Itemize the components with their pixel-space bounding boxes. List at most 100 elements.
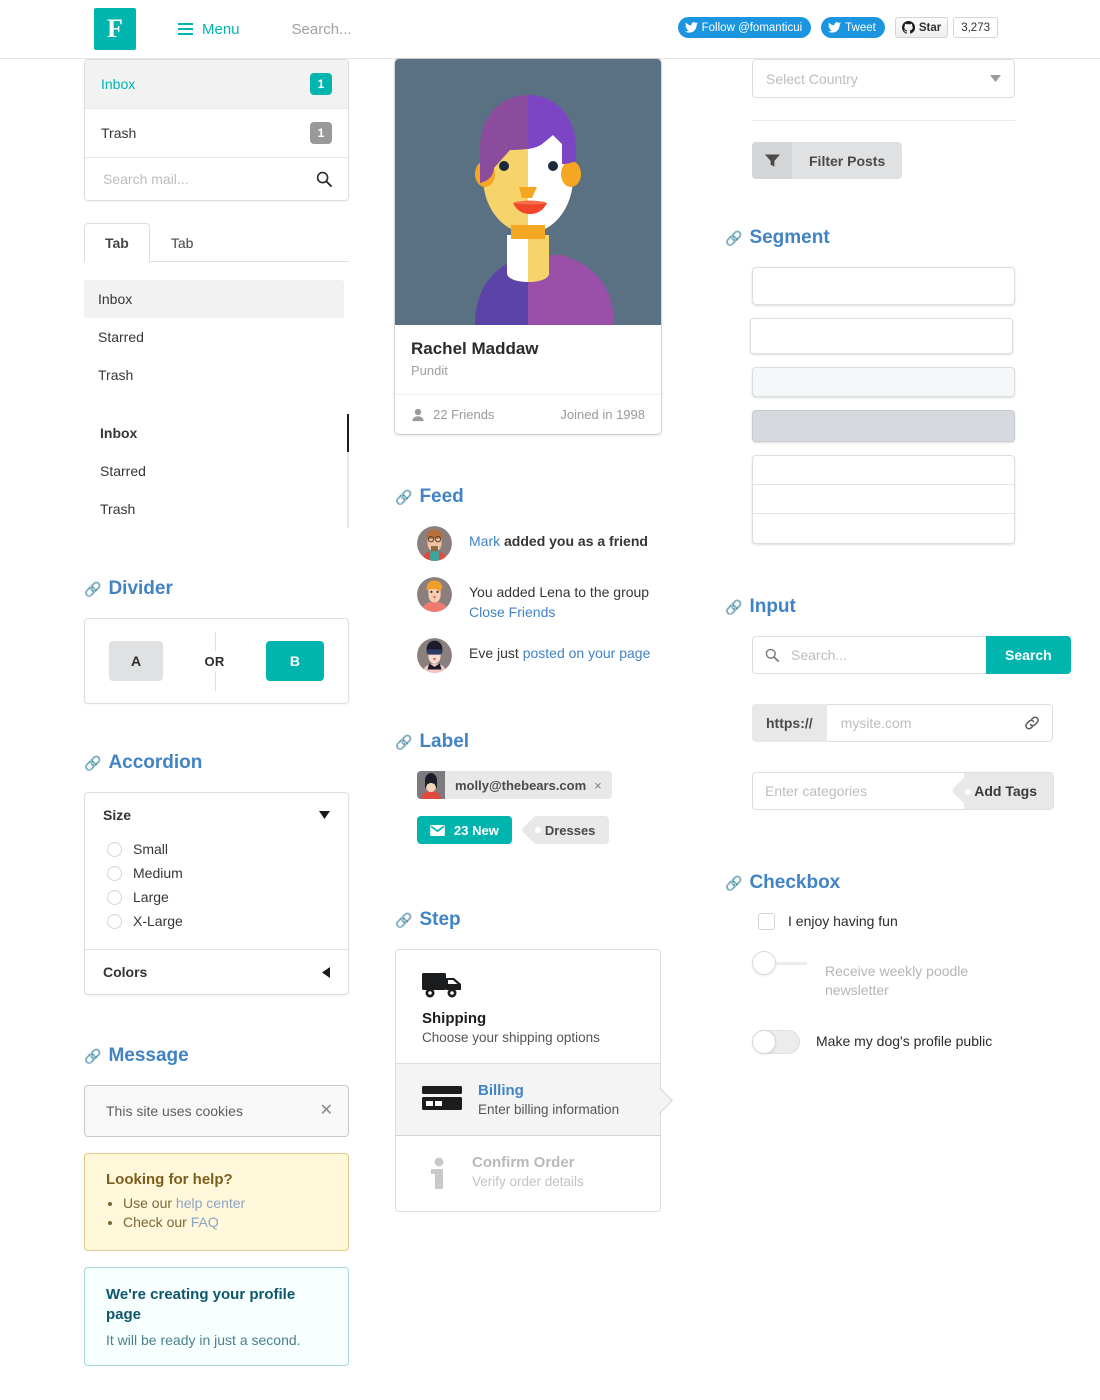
slider-knob[interactable] (752, 951, 776, 976)
mail-menu-item-trash[interactable]: Trash 1 (85, 108, 348, 157)
country-dropdown[interactable]: Select Country (752, 59, 1015, 98)
label-heading: 🔗 Label (395, 731, 685, 753)
social-buttons: Follow @fomanticui Tweet Star 3,273 (677, 17, 998, 38)
railed-menu-item-starred[interactable]: Starred (84, 452, 347, 490)
chevron-down-icon[interactable] (319, 811, 330, 819)
plain-menu-item-trash[interactable]: Trash (84, 356, 344, 394)
checkbox-icon[interactable] (758, 913, 775, 930)
plain-menu-item-inbox[interactable]: Inbox (84, 280, 344, 318)
radio-icon[interactable] (107, 865, 122, 881)
add-tags-button[interactable]: Add Tags (964, 773, 1053, 809)
dropdown-section: Select Country Filter Posts (752, 59, 1065, 179)
step-shipping-text: Shipping Choose your shipping options (422, 1010, 642, 1045)
toggle-knob[interactable] (752, 1029, 776, 1054)
url-input-text[interactable] (838, 714, 1024, 732)
mail-menu: Inbox 1 Trash 1 (84, 59, 349, 201)
feed-user-link[interactable]: Mark (469, 533, 500, 549)
trash-badge: 1 (310, 122, 332, 144)
checkbox-section: 🔗 Checkbox I enjoy having fun Receive we… (725, 872, 1065, 1054)
mail-search-input[interactable] (101, 170, 301, 188)
railed-menu-item-inbox[interactable]: Inbox (84, 414, 347, 452)
help-center-link[interactable]: help center (176, 1195, 245, 1211)
close-icon[interactable]: × (594, 778, 612, 793)
step-shipping[interactable]: Shipping Choose your shipping options (396, 950, 660, 1065)
slider-newsletter[interactable]: Receive weekly poodle newsletter (752, 951, 1065, 1000)
feed-group-link[interactable]: Close Friends (469, 604, 555, 620)
tab-2[interactable]: Tab (150, 223, 215, 262)
close-icon[interactable]: ✕ (320, 1100, 333, 1120)
dresses-tag[interactable]: Dresses (534, 816, 610, 845)
toggle-profile-public[interactable]: Make my dog's profile public (752, 1029, 1065, 1054)
radio-label: X-Large (133, 913, 183, 929)
list-item: Use our help center (123, 1195, 327, 1211)
accordion-panel-colors-header[interactable]: Colors (85, 950, 348, 994)
site-logo[interactable]: F (94, 8, 136, 50)
tag-dot-icon (534, 827, 541, 834)
faq-link[interactable]: FAQ (191, 1214, 219, 1230)
anchor-link-icon[interactable]: 🔗 (84, 581, 101, 598)
header-search-placeholder[interactable]: Search... (292, 21, 352, 38)
step-billing[interactable]: Billing Enter billing information (396, 1064, 660, 1137)
button-b[interactable]: B (265, 641, 324, 681)
anchor-link-icon[interactable]: 🔗 (395, 912, 412, 929)
radio-icon[interactable] (107, 841, 122, 857)
mail-menu-item-inbox[interactable]: Inbox 1 (85, 60, 348, 108)
radio-option-medium[interactable]: Medium (103, 861, 330, 885)
radio-option-large[interactable]: Large (103, 885, 330, 909)
slider-label: Receive weekly poodle newsletter (825, 962, 969, 998)
plain-menu-item-starred[interactable]: Starred (84, 318, 344, 356)
radio-icon[interactable] (107, 889, 122, 905)
railed-menu-item-trash[interactable]: Trash (84, 490, 347, 528)
user-icon (412, 408, 424, 421)
anchor-link-icon[interactable]: 🔗 (395, 489, 412, 506)
toggle-switch[interactable] (752, 1029, 800, 1054)
anchor-link-icon[interactable]: 🔗 (725, 875, 742, 892)
chevron-left-icon[interactable] (322, 966, 330, 978)
filter-posts-button[interactable]: Filter Posts (752, 142, 903, 179)
twitter-follow-button[interactable]: Follow @fomanticui (677, 17, 812, 38)
tags-input-text[interactable] (753, 773, 965, 809)
feed-post-link[interactable]: posted on your page (523, 645, 651, 661)
link-icon[interactable] (1024, 715, 1040, 731)
search-icon[interactable] (316, 171, 332, 187)
radio-option-small[interactable]: Small (103, 837, 330, 861)
feed-text: Eve just posted on your page (469, 638, 650, 664)
radio-icon[interactable] (107, 913, 122, 929)
anchor-link-icon[interactable]: 🔗 (84, 755, 101, 772)
step-confirm-order[interactable]: Confirm Order Verify order details (396, 1136, 660, 1211)
button-a[interactable]: A (109, 641, 164, 681)
anchor-link-icon[interactable]: 🔗 (725, 599, 742, 616)
twitter-tweet-button[interactable]: Tweet (821, 17, 885, 38)
accordion-panel-size-header[interactable]: Size (85, 793, 348, 837)
radio-option-xlarge[interactable]: X-Large (103, 909, 330, 933)
github-star-count[interactable]: 3,273 (953, 17, 998, 38)
divider-heading-text: Divider (108, 578, 173, 599)
search-button[interactable]: Search (986, 636, 1071, 674)
checkbox-enjoy-fun[interactable]: I enjoy having fun (758, 912, 1065, 931)
feed-text: Mark added you as a friend (469, 526, 648, 552)
anchor-link-icon[interactable]: 🔗 (395, 734, 412, 751)
help-message-title: Looking for help? (106, 1171, 233, 1188)
feed-bold-text: added you as a friend (500, 533, 648, 549)
github-star-button[interactable]: Star (894, 17, 949, 38)
anchor-link-icon[interactable]: 🔗 (84, 1048, 101, 1065)
list-item: Check our FAQ (123, 1214, 327, 1230)
segment-secondary (752, 367, 1015, 397)
dresses-tag-text: Dresses (544, 822, 596, 838)
profile-card[interactable]: Rachel Maddaw Pundit 22 Friends Joined i… (395, 59, 661, 434)
new-mail-label[interactable]: 23 New (417, 816, 512, 845)
anchor-link-icon[interactable]: 🔗 (725, 230, 742, 247)
tab-1[interactable]: Tab (84, 223, 150, 262)
search-action-input: Search (752, 636, 1071, 674)
message-heading-text: Message (108, 1045, 189, 1066)
profile-friends-text: 22 Friends (433, 407, 495, 422)
label-section: 🔗 Label molly@thebears.com × 23 New Dres… (395, 731, 685, 845)
checkbox-label: I enjoy having fun (788, 913, 898, 929)
slider-toggle[interactable] (752, 951, 812, 976)
menu-button[interactable]: Menu (178, 21, 240, 38)
search-input[interactable] (789, 646, 974, 664)
chevron-down-icon[interactable] (990, 75, 1001, 82)
feed-text: You added Lena to the group Close Friends (469, 577, 649, 622)
email-label[interactable]: molly@thebears.com × (417, 771, 612, 800)
help-message: Looking for help? Use our help center Ch… (84, 1153, 349, 1251)
